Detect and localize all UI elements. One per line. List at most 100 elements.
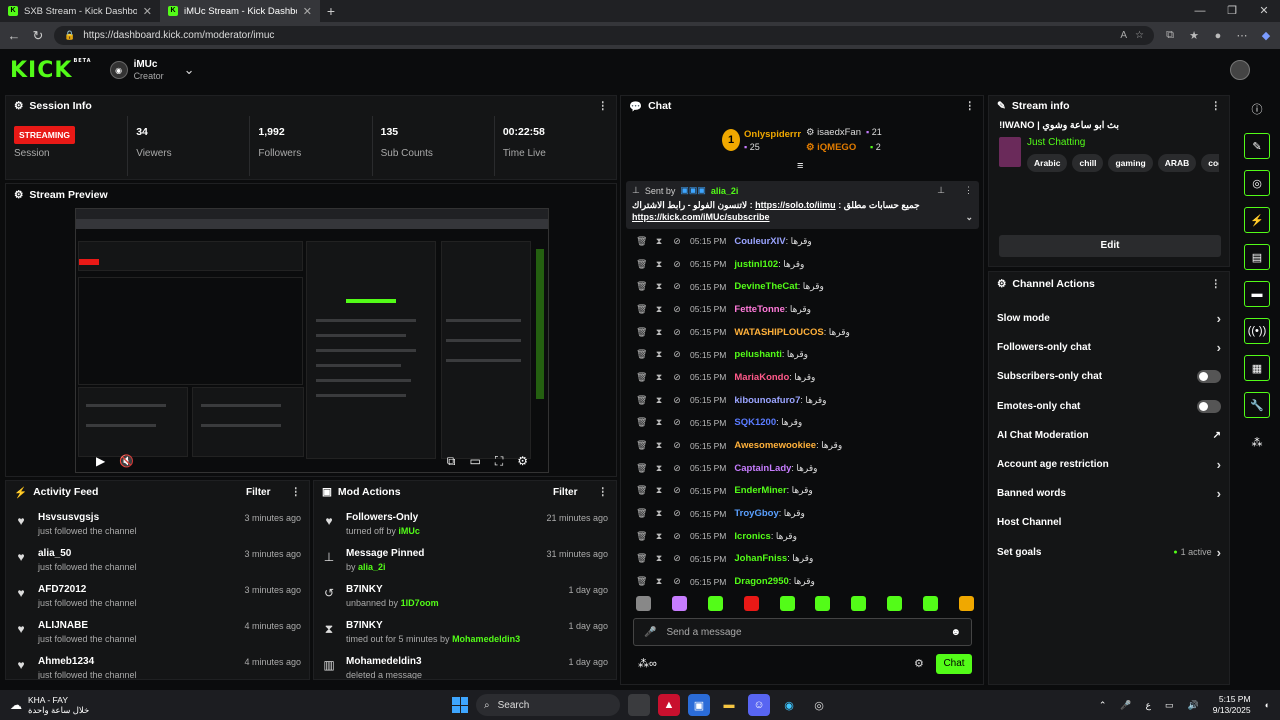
mod-action-user[interactable]: alia_2i bbox=[358, 562, 386, 572]
timeout-hourglass-icon[interactable]: ⧗ bbox=[654, 553, 664, 564]
pinned-link[interactable]: https://kick.com/iMUc/subscribe bbox=[632, 211, 770, 223]
message-user[interactable]: MariaKondo bbox=[734, 372, 789, 383]
tab-sxb-stream[interactable]: K SXB Stream - Kick Dashboard ✕ bbox=[0, 0, 160, 22]
delete-message-icon[interactable]: 🗑 bbox=[636, 304, 647, 315]
message-user[interactable]: CaptainLady bbox=[734, 463, 791, 474]
message-user[interactable]: Dragon2950 bbox=[734, 576, 788, 587]
language-indicator[interactable]: ع bbox=[1146, 700, 1151, 711]
copilot-icon[interactable]: ◆ bbox=[1258, 29, 1274, 42]
ban-icon[interactable]: ⊘ bbox=[672, 553, 682, 564]
ban-icon[interactable]: ⊘ bbox=[672, 372, 682, 383]
settings-gear-icon[interactable]: ⚙ bbox=[517, 454, 528, 468]
maximize-icon[interactable]: ❐ bbox=[1216, 0, 1248, 22]
action-host-channel[interactable]: Host Channel bbox=[989, 508, 1229, 537]
user-avatar[interactable] bbox=[1230, 60, 1250, 80]
message-user[interactable]: SQK1200 bbox=[734, 417, 776, 428]
unpin-icon[interactable]: ⊥ bbox=[937, 185, 945, 196]
timeout-hourglass-icon[interactable]: ⧗ bbox=[654, 395, 664, 406]
delete-message-icon[interactable]: 🗑 bbox=[636, 372, 647, 383]
notifications-icon[interactable]: ◐ bbox=[1265, 700, 1270, 710]
emote-icon[interactable] bbox=[671, 596, 687, 611]
grid-layout-icon[interactable]: ▦ bbox=[1244, 355, 1270, 381]
emotes-only-toggle[interactable] bbox=[1197, 399, 1221, 413]
mod-action-user[interactable]: Mohamedeldin3 bbox=[452, 634, 520, 644]
timeout-hourglass-icon[interactable]: ⧗ bbox=[654, 281, 664, 292]
more-options-icon[interactable]: ⋮ bbox=[1211, 100, 1222, 112]
chat-input[interactable]: 🎤 Send a message ☻ bbox=[633, 618, 972, 646]
target-icon[interactable]: ◎ bbox=[1244, 170, 1270, 196]
timeout-hourglass-icon[interactable]: ⧗ bbox=[654, 508, 664, 519]
category-name[interactable]: Just Chatting bbox=[1027, 137, 1219, 148]
close-tab-icon[interactable]: ✕ bbox=[303, 5, 312, 18]
timeout-hourglass-icon[interactable]: ⧗ bbox=[654, 372, 664, 383]
action-banned-words[interactable]: Banned words › bbox=[989, 479, 1229, 508]
tag[interactable]: ARAB bbox=[1157, 154, 1197, 172]
info-icon[interactable]: ⓘ bbox=[1244, 96, 1270, 122]
task-view-icon[interactable] bbox=[628, 694, 650, 716]
volume-icon[interactable]: 🔊 bbox=[1188, 700, 1199, 711]
timeout-hourglass-icon[interactable]: ⧗ bbox=[654, 440, 664, 451]
document-icon[interactable]: ▤ bbox=[1244, 244, 1270, 270]
message-user[interactable]: EnderMiner bbox=[734, 485, 786, 496]
kick-logo[interactable]: KICKBETA bbox=[10, 58, 92, 83]
delete-message-icon[interactable]: 🗑 bbox=[636, 440, 647, 451]
ban-icon[interactable]: ⊘ bbox=[672, 304, 682, 315]
lightning-icon[interactable]: ⚡ bbox=[1244, 207, 1270, 233]
emote-icon[interactable] bbox=[707, 596, 723, 611]
message-user[interactable]: pelushanti bbox=[734, 349, 782, 360]
windows-start-icon[interactable] bbox=[452, 697, 468, 713]
new-tab-button[interactable]: + bbox=[320, 3, 342, 19]
message-user[interactable]: JohanFniss bbox=[734, 553, 787, 564]
ban-icon[interactable]: ⊘ bbox=[672, 417, 682, 428]
close-tab-icon[interactable]: ✕ bbox=[143, 5, 152, 18]
delete-message-icon[interactable]: 🗑 bbox=[636, 485, 647, 496]
favorite-star-icon[interactable]: ☆ bbox=[1135, 30, 1144, 41]
message-user[interactable]: DevineTheCat bbox=[734, 281, 797, 292]
timeout-hourglass-icon[interactable]: ⧗ bbox=[654, 485, 664, 496]
tag[interactable]: chill bbox=[1072, 154, 1104, 172]
discord-icon[interactable]: ☺ bbox=[748, 694, 770, 716]
send-chat-button[interactable]: Chat bbox=[936, 654, 972, 674]
pinned-link[interactable]: https://solo.to/iimu bbox=[755, 200, 836, 210]
mod-action-user[interactable]: iMUc bbox=[398, 526, 420, 536]
activity-user[interactable]: alia_50 bbox=[38, 547, 234, 561]
action-slow-mode[interactable]: Slow mode › bbox=[989, 304, 1229, 333]
timeout-hourglass-icon[interactable]: ⧗ bbox=[654, 304, 664, 315]
category-thumbnail[interactable] bbox=[999, 137, 1021, 167]
network-icon[interactable]: ▭ bbox=[1165, 700, 1174, 711]
tag[interactable]: gaming bbox=[1108, 154, 1153, 172]
more-options-icon[interactable]: ⋮ bbox=[965, 100, 976, 112]
tab-imuc-stream[interactable]: K iMUc Stream - Kick Dashboard ✕ bbox=[160, 0, 320, 22]
message-user[interactable]: Awesomewookiee bbox=[734, 440, 816, 451]
chevron-down-icon[interactable]: ⌄ bbox=[184, 62, 195, 78]
timeout-hourglass-icon[interactable]: ⧗ bbox=[654, 236, 664, 247]
chevron-down-icon[interactable]: ⌄ bbox=[965, 211, 973, 223]
more-options-icon[interactable]: ⋮ bbox=[598, 100, 609, 112]
more-options-icon[interactable]: ⋮ bbox=[598, 486, 609, 498]
file-explorer-icon[interactable]: ▬ bbox=[718, 694, 740, 716]
favorites-icon[interactable]: ★ bbox=[1186, 29, 1202, 42]
action-set-goals[interactable]: Set goals ● 1 active › bbox=[989, 538, 1229, 567]
ban-icon[interactable]: ⊘ bbox=[672, 349, 682, 360]
ban-icon[interactable]: ⊘ bbox=[672, 395, 682, 406]
collapse-menu-icon[interactable]: ≡ bbox=[797, 160, 803, 172]
delete-message-icon[interactable]: 🗑 bbox=[636, 349, 647, 360]
filter-button[interactable]: Filter bbox=[246, 487, 270, 498]
emote-icon[interactable] bbox=[923, 596, 938, 611]
store-icon[interactable]: ▣ bbox=[688, 694, 710, 716]
ban-icon[interactable]: ⊘ bbox=[672, 440, 682, 451]
emote-icon[interactable] bbox=[815, 596, 831, 611]
mod-action-user[interactable]: 1lD7oom bbox=[401, 598, 439, 608]
ban-icon[interactable]: ⊘ bbox=[672, 531, 682, 542]
chat-settings-icon[interactable]: ⚙ bbox=[914, 657, 924, 670]
ban-icon[interactable]: ⊘ bbox=[672, 576, 682, 587]
community-icon[interactable]: ⁂ bbox=[1244, 429, 1270, 455]
delete-message-icon[interactable]: 🗑 bbox=[636, 531, 647, 542]
message-user[interactable]: FetteTonne bbox=[734, 304, 785, 315]
edge-browser-icon[interactable]: ◉ bbox=[778, 694, 800, 716]
delete-message-icon[interactable]: 🗑 bbox=[636, 236, 647, 247]
more-options-icon[interactable]: ⋮ bbox=[964, 185, 973, 196]
timeout-hourglass-icon[interactable]: ⧗ bbox=[654, 259, 664, 270]
delete-message-icon[interactable]: 🗑 bbox=[636, 417, 647, 428]
delete-message-icon[interactable]: 🗑 bbox=[636, 281, 647, 292]
